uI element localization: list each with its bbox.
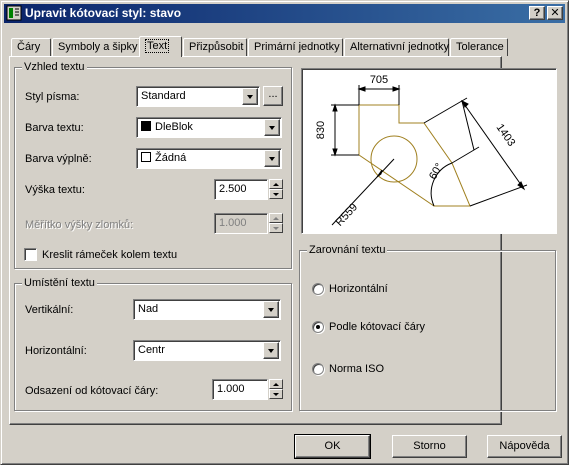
- tab-fit[interactable]: Přizpůsobit: [183, 38, 247, 56]
- text-color-label: Barva textu:: [25, 122, 84, 134]
- fill-color-combo[interactable]: Žádná: [136, 148, 282, 169]
- dim-diag-text: 1403: [494, 122, 518, 149]
- spin-down-icon[interactable]: [269, 189, 283, 199]
- group-label: Zarovnání textu: [307, 244, 388, 256]
- radio-horizontal-label[interactable]: Horizontální: [329, 283, 388, 295]
- fraction-scale-input: 1.000: [214, 213, 268, 234]
- dim-angle-text: 60°: [427, 161, 446, 181]
- help-button[interactable]: Nápověda: [487, 435, 562, 458]
- text-style-value: Standard: [141, 90, 186, 102]
- tab-alternate-units[interactable]: Alternativní jednotky: [344, 38, 449, 56]
- radio-iso-label[interactable]: Norma ISO: [329, 363, 384, 375]
- horizontal-value: Centr: [138, 344, 165, 356]
- text-color-value: DleBlok: [155, 121, 193, 133]
- tab-symbols-arrows[interactable]: Symboly a šipky: [52, 38, 140, 56]
- text-height-spinner[interactable]: 2.500: [214, 179, 284, 200]
- group-label: Umístění textu: [22, 277, 97, 289]
- app-icon: [6, 5, 22, 21]
- radio-aligned-with-dim-line[interactable]: [312, 321, 324, 333]
- fraction-scale-label: Měřítko výšky zlomků:: [25, 219, 134, 231]
- tab-tolerance[interactable]: Tolerance: [450, 38, 508, 56]
- fraction-scale-spinner: 1.000: [214, 213, 284, 234]
- chevron-down-icon[interactable]: [263, 342, 279, 359]
- group-label: Vzhled textu: [22, 61, 87, 73]
- preview-geometry: [358, 104, 471, 207]
- fill-color-label: Barva výplně:: [25, 153, 92, 165]
- tab-text[interactable]: Text: [139, 36, 182, 57]
- chevron-down-icon[interactable]: [263, 301, 279, 318]
- spin-down-icon[interactable]: [269, 389, 283, 399]
- radio-horizontal[interactable]: [312, 283, 324, 295]
- fill-swatch: [141, 152, 151, 162]
- draw-frame-checkbox[interactable]: [24, 248, 37, 261]
- close-button[interactable]: ✕: [547, 6, 563, 20]
- tab-lines[interactable]: Čáry: [11, 38, 51, 56]
- offset-input[interactable]: 1.000: [212, 379, 268, 400]
- help-title-button[interactable]: ?: [529, 6, 545, 20]
- draw-frame-label[interactable]: Kreslit rámeček kolem textu: [42, 249, 177, 261]
- vertical-combo[interactable]: Nad: [133, 299, 281, 320]
- preview-drawing: 705 830 1403 60° R559: [315, 74, 528, 229]
- tab-primary-units[interactable]: Primární jednotky: [248, 38, 343, 56]
- dim-radius-text: R559: [333, 201, 360, 228]
- title-bar[interactable]: Upravit kótovací styl: stavo ? ✕: [4, 4, 565, 23]
- preview-dimensions: [331, 85, 528, 226]
- vertical-label: Vertikální:: [25, 304, 74, 316]
- chevron-down-icon[interactable]: [264, 150, 280, 167]
- radio-iso-standard[interactable]: [312, 363, 324, 375]
- dialog-window: Upravit kótovací styl: stavo ? ✕ Čáry Sy…: [0, 0, 569, 465]
- offset-spinner[interactable]: 1.000: [212, 379, 284, 400]
- color-swatch: [141, 121, 151, 131]
- text-height-label: Výška textu:: [25, 184, 85, 196]
- text-style-label: Styl písma:: [25, 91, 80, 103]
- radio-aligned-label[interactable]: Podle kótovací čáry: [329, 321, 425, 333]
- spin-up-icon[interactable]: [269, 379, 283, 389]
- horizontal-label: Horizontální:: [25, 345, 87, 357]
- chevron-down-icon[interactable]: [242, 88, 258, 105]
- text-color-combo[interactable]: DleBlok: [136, 117, 282, 138]
- dim-left-text: 830: [315, 121, 327, 139]
- spin-up-icon[interactable]: [269, 179, 283, 189]
- spin-up-icon: [269, 213, 283, 223]
- text-height-input[interactable]: 2.500: [214, 179, 268, 200]
- offset-label: Odsazení od kótovací čáry:: [25, 385, 159, 397]
- chevron-down-icon[interactable]: [264, 119, 280, 136]
- fill-color-value: Žádná: [155, 152, 187, 164]
- vertical-value: Nad: [138, 303, 159, 315]
- window-title: Upravit kótovací styl: stavo: [25, 6, 182, 20]
- cancel-button[interactable]: Storno: [392, 435, 467, 458]
- dimension-preview: 705 830 1403 60° R559: [301, 68, 557, 234]
- spin-down-icon: [269, 223, 283, 233]
- text-style-combo[interactable]: Standard: [136, 86, 260, 107]
- dim-top-text: 705: [370, 74, 388, 86]
- horizontal-combo[interactable]: Centr: [133, 340, 281, 361]
- browse-style-button[interactable]: ...: [263, 86, 283, 106]
- ok-button[interactable]: OK: [294, 434, 371, 459]
